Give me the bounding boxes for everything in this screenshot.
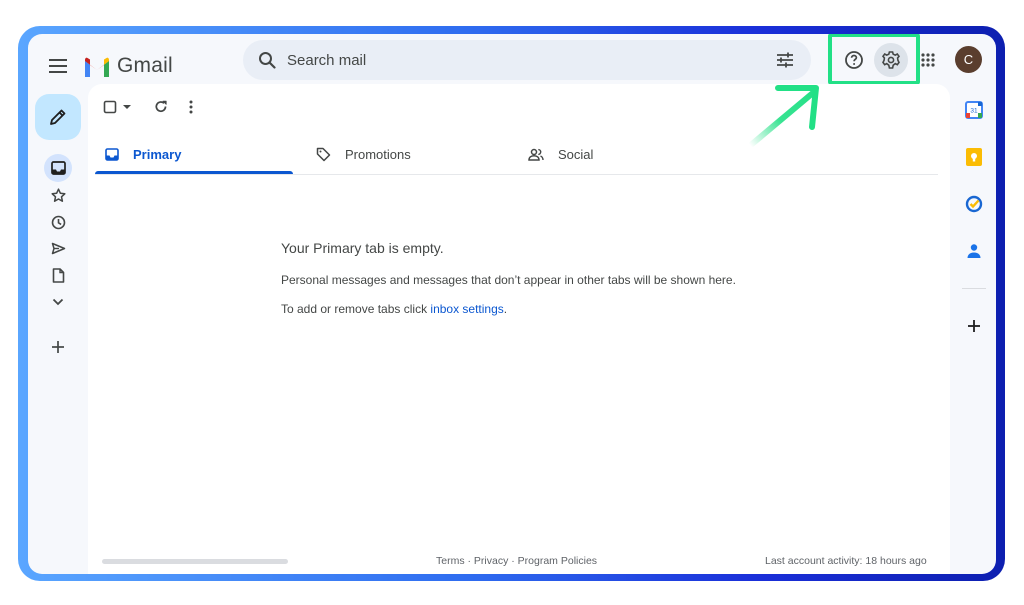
nav-sent[interactable]	[44, 234, 72, 262]
account-avatar[interactable]: C	[955, 46, 982, 73]
star-icon	[50, 187, 66, 202]
keep-icon	[966, 148, 982, 166]
settings-hint-prefix: To add or remove tabs click	[281, 302, 431, 316]
tab-social[interactable]: Social	[528, 134, 593, 174]
empty-state-description: Personal messages and messages that don’…	[281, 273, 736, 287]
calendar-day-label: 31	[970, 108, 978, 115]
select-all-control[interactable]	[103, 95, 132, 119]
get-addons-button[interactable]	[962, 314, 986, 338]
footer-account-activity: Last account activity: 18 hours ago	[765, 555, 927, 567]
apps-grid-icon	[921, 53, 935, 67]
contacts-app[interactable]	[962, 239, 986, 263]
main-menu-button[interactable]	[40, 48, 76, 84]
plus-icon	[968, 320, 980, 332]
menu-icon	[49, 59, 67, 73]
apps-button[interactable]	[914, 46, 942, 74]
keep-app[interactable]	[962, 145, 986, 169]
plus-icon	[52, 341, 64, 353]
gmail-wordmark: Gmail	[117, 54, 173, 77]
clock-icon	[51, 215, 65, 229]
refresh-icon	[155, 100, 167, 113]
nav-inbox[interactable]	[44, 154, 72, 182]
contacts-icon	[967, 244, 981, 258]
caret-down-icon	[123, 105, 131, 109]
nav-new-label[interactable]	[44, 333, 72, 361]
people-icon	[528, 148, 544, 161]
nav-more[interactable]	[44, 288, 72, 316]
tag-icon	[316, 147, 331, 161]
side-panel-divider	[962, 288, 986, 289]
draft-icon	[52, 267, 64, 283]
calendar-icon: 31	[965, 101, 983, 119]
nav-drafts[interactable]	[44, 261, 72, 289]
tabs-divider	[95, 174, 938, 175]
tasks-icon	[965, 195, 983, 213]
send-icon	[51, 242, 65, 254]
nav-starred[interactable]	[44, 181, 72, 209]
empty-state-title: Your Primary tab is empty.	[281, 240, 444, 256]
more-options-button[interactable]	[189, 95, 193, 119]
gmail-m-icon	[85, 57, 109, 77]
nav-snoozed[interactable]	[44, 208, 72, 236]
gmail-logo[interactable]: Gmail	[83, 48, 173, 84]
tab-primary-label: Primary	[133, 146, 182, 162]
compose-button[interactable]	[35, 94, 81, 140]
chevron-down-icon	[52, 298, 64, 306]
tasks-app[interactable]	[962, 192, 986, 216]
inbox-icon	[50, 161, 66, 175]
checkbox-icon	[103, 100, 117, 114]
refresh-button[interactable]	[154, 95, 168, 119]
gmail-window: Gmail Search mail C Primary Promotions S…	[28, 34, 996, 574]
search-icon[interactable]	[247, 40, 287, 80]
tab-promotions[interactable]: Promotions	[316, 134, 411, 174]
pencil-icon	[50, 109, 66, 125]
horizontal-scrollbar[interactable]	[102, 559, 288, 564]
settings-highlight-box	[828, 34, 920, 85]
inbox-settings-link[interactable]: inbox settings	[430, 302, 503, 316]
settings-hint-suffix: .	[503, 302, 508, 316]
inbox-icon	[105, 147, 119, 161]
tab-social-label: Social	[558, 146, 594, 162]
more-vert-icon	[189, 100, 193, 114]
tab-primary[interactable]: Primary	[105, 134, 181, 174]
search-input[interactable]: Search mail	[287, 52, 765, 69]
main-panel: Primary Promotions Social Your Primary t…	[88, 84, 950, 574]
empty-state-settings-hint: To add or remove tabs click inbox settin…	[281, 302, 507, 316]
tab-promotions-label: Promotions	[345, 146, 411, 162]
search-bar[interactable]: Search mail	[243, 40, 811, 80]
calendar-app[interactable]: 31	[962, 98, 986, 122]
footer-policy-links[interactable]: Terms · Privacy · Program Policies	[436, 555, 597, 567]
tune-icon[interactable]	[765, 40, 805, 80]
